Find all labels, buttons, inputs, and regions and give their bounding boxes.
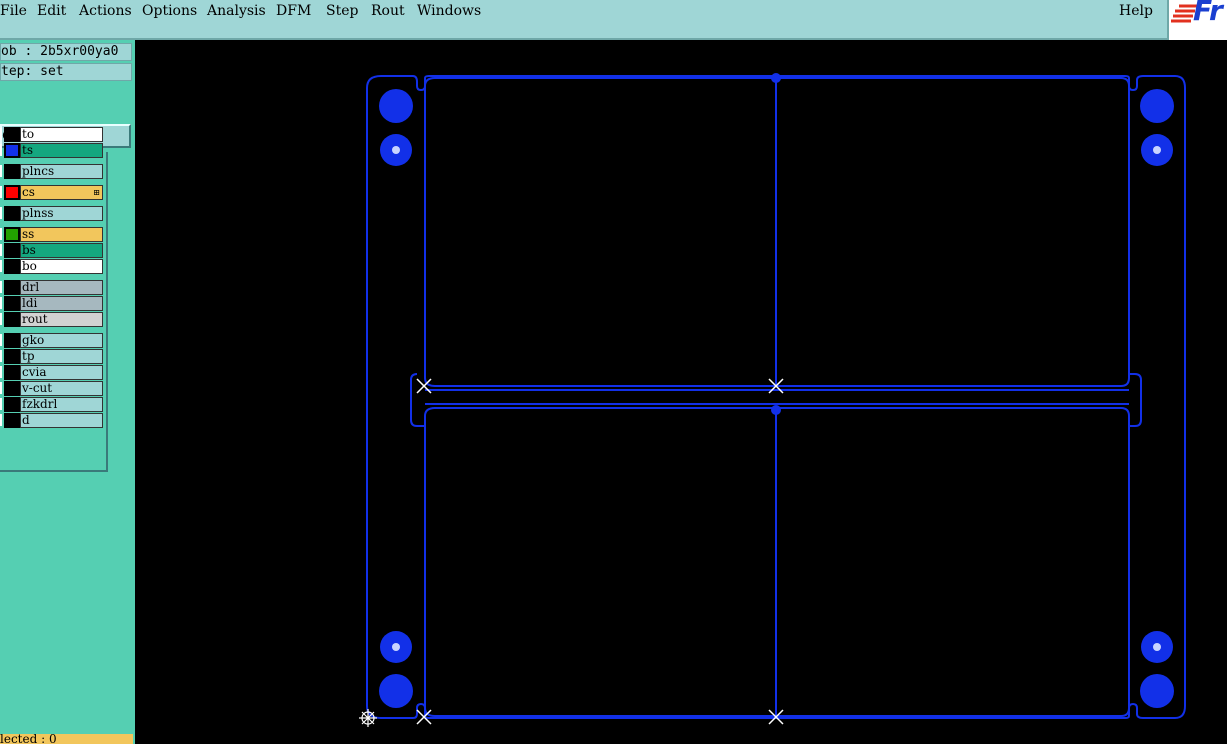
menu-analysis[interactable]: Analysis [207,3,266,19]
fiducial-dot [771,73,781,83]
layer-name[interactable]: ldi [20,296,103,311]
layer-color-swatch[interactable] [4,280,20,295]
layer-color-swatch[interactable] [4,206,20,221]
layer-row-d[interactable]: d [0,413,104,428]
layer-name[interactable]: bo [20,259,103,274]
layer-checkbox[interactable] [0,281,2,293]
layer-color-swatch[interactable] [4,243,20,258]
tooling-hole [1140,89,1174,123]
layer-color-swatch[interactable] [4,227,20,242]
layer-color-swatch[interactable] [4,259,20,274]
layer-name[interactable]: plncs [20,164,103,179]
layer-row-gko[interactable]: gko [0,333,104,348]
job-name: ob : 2b5xr00ya0 [0,43,132,61]
layer-checkbox[interactable] [0,144,2,156]
layer-color-swatch[interactable] [4,143,20,158]
layer-color-swatch[interactable] [4,185,20,200]
layer-name[interactable]: plnss [20,206,103,221]
logo-text: Fr [1193,0,1223,27]
menu-edit[interactable]: Edit [37,3,66,19]
layer-row-tp[interactable]: tp [0,349,104,364]
step-name: tep: set [0,63,132,81]
layer-row-cs[interactable]: cs ⊞ [0,185,104,200]
layer-checkbox[interactable] [0,334,2,346]
layer-row-fzkdrl[interactable]: fzkdrl [0,397,104,412]
layer-color-swatch[interactable] [4,127,20,142]
menu-options[interactable]: Options [142,3,197,19]
layer-color-swatch[interactable] [4,296,20,311]
layer-checkbox[interactable] [0,366,2,378]
layer-row-ldi[interactable]: ldi [0,296,104,311]
layer-color-swatch[interactable] [4,397,20,412]
menu-rout[interactable]: Rout [371,3,405,19]
sidebar: ob : 2b5xr00ya0 tep: set ob Matrix ... t… [0,40,135,744]
selected-status: lected : 0 [0,734,133,744]
layer-name[interactable]: fzkdrl [20,397,103,412]
layer-color-fill [6,145,18,156]
layer-checkbox[interactable] [0,313,2,325]
layer-color-swatch[interactable] [4,349,20,364]
layer-name[interactable]: ss [20,227,103,242]
layer-name[interactable]: cvia [20,365,103,380]
layer-row-cvia[interactable]: cvia [0,365,104,380]
layer-checkbox[interactable] [0,228,2,240]
layer-checkbox[interactable] [0,260,2,272]
layer-name[interactable]: gko [20,333,103,348]
layer-color-fill [6,187,18,198]
menu-step[interactable]: Step [326,3,358,19]
layer-checkbox[interactable] [0,207,2,219]
layer-checkbox[interactable] [0,382,2,394]
graphic-canvas[interactable] [135,40,1227,744]
logo: Fr [1167,0,1227,40]
layer-row-to[interactable]: to [0,127,104,142]
layer-row-plnss[interactable]: plnss [0,206,104,221]
layer-row-bs[interactable]: bs [0,243,104,258]
layer-row-rout[interactable]: rout [0,312,104,327]
tooling-hole [1140,674,1174,708]
layer-checkbox[interactable] [0,165,2,177]
layer-name[interactable]: ts [20,143,103,158]
layer-checkbox[interactable] [0,186,2,198]
menu-bar: File Edit Actions Options Analysis DFM S… [0,0,1227,40]
layer-name[interactable]: tp [20,349,103,364]
layer-color-swatch[interactable] [4,333,20,348]
layer-name[interactable]: to [20,127,103,142]
fiducial-dot [771,405,781,415]
menu-file[interactable]: File [0,3,27,19]
layer-checkbox[interactable] [0,414,2,426]
layer-name[interactable]: cs ⊞ [20,185,103,200]
layer-color-swatch[interactable] [4,312,20,327]
layer-row-v-cut[interactable]: v-cut [0,381,104,396]
menu-windows[interactable]: Windows [417,3,481,19]
layer-checkbox[interactable] [0,297,2,309]
layer-row-plncs[interactable]: plncs [0,164,104,179]
layer-name[interactable]: drl [20,280,103,295]
layer-row-ss[interactable]: ss [0,227,104,242]
layer-checkbox[interactable] [0,350,2,362]
layer-color-swatch[interactable] [4,365,20,380]
layer-row-ts[interactable]: ts [0,143,104,158]
layer-affected-icon: ⊞ [93,188,100,197]
layer-row-drl[interactable]: drl [0,280,104,295]
layer-checkbox[interactable] [0,244,2,256]
layer-checkbox[interactable] [0,128,2,140]
menu-dfm[interactable]: DFM [276,3,311,19]
layer-color-fill [6,229,18,240]
tooling-hole [379,674,413,708]
layer-row-bo[interactable]: bo [0,259,104,274]
layer-name[interactable]: bs [20,243,103,258]
layer-name[interactable]: d [20,413,103,428]
layer-list: to ts plncs cs ⊞ plnss ss bs bo drl ldi rout gko tp cv… [0,127,108,472]
layer-name[interactable]: rout [20,312,103,327]
menu-help[interactable]: Help [1119,3,1153,19]
layer-checkbox[interactable] [0,398,2,410]
tooling-hole [379,89,413,123]
menu-actions[interactable]: Actions [79,3,132,19]
layer-color-swatch[interactable] [4,381,20,396]
layer-color-swatch[interactable] [4,164,20,179]
layer-name[interactable]: v-cut [20,381,103,396]
layer-color-swatch[interactable] [4,413,20,428]
